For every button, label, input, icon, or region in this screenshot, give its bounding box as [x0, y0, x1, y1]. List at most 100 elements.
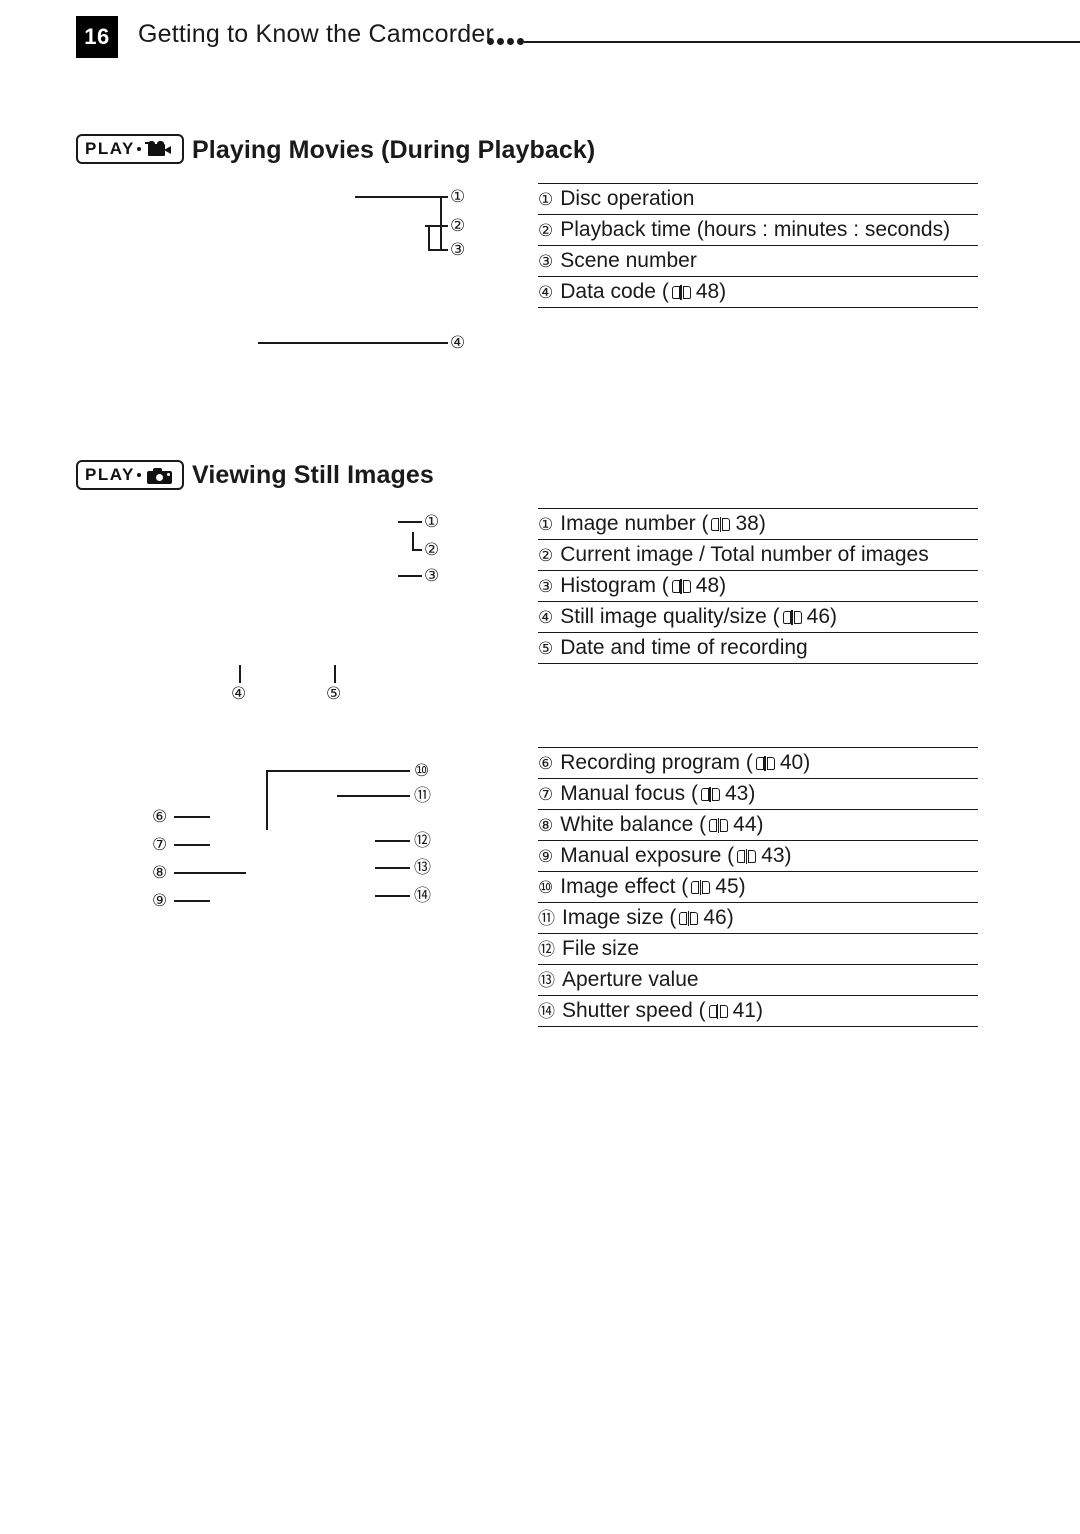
legend-row: ② Current image / Total number of images: [538, 540, 978, 571]
legend-number: ⑦: [538, 784, 554, 804]
page-header: 16 Getting to Know the Camcorder: [0, 0, 1080, 70]
header-divider: [524, 41, 1080, 43]
leader-line: [398, 575, 422, 577]
legend-row: ⑭ Shutter speed ( 41 ): [538, 996, 978, 1027]
section-title-viewing-still: Viewing Still Images: [192, 461, 434, 489]
legend-number: ⑫: [538, 939, 555, 959]
callout-7: ⑦: [152, 835, 168, 854]
legend-suffix: ): [758, 512, 766, 535]
legend-label: Data code (: [560, 280, 669, 303]
leader-line: [375, 867, 410, 869]
leader-line: [375, 840, 410, 842]
legend-row: ⑧ White balance ( 44 ): [538, 810, 978, 841]
legend-row: ④ Data code ( 48 ): [538, 277, 978, 308]
legend-suffix: ): [726, 906, 734, 929]
legend-label: Image size (: [562, 906, 677, 929]
book-reference-icon: [755, 755, 775, 771]
callout-10: ⑩: [414, 761, 430, 780]
leader-line: [174, 900, 210, 902]
legend-number: ①: [538, 189, 554, 209]
legend-row: ⑩ Image effect ( 45 ): [538, 872, 978, 903]
legend-suffix: ): [803, 751, 811, 774]
callout-13: ⑬: [414, 858, 431, 877]
legend-number: ④: [538, 282, 554, 302]
callout-2: ②: [450, 216, 466, 235]
legend-row: ④ Still image quality/size ( 46 ): [538, 602, 978, 633]
legend-row: ⑪ Image size ( 46 ): [538, 903, 978, 934]
leader-line: [355, 196, 441, 198]
legend-label: Aperture value: [562, 968, 699, 991]
legend-playing-movies: ① Disc operation ② Playback time (hours …: [538, 183, 978, 308]
legend-suffix: ): [756, 813, 764, 836]
four-dots-icon: [487, 38, 527, 48]
book-reference-icon: [708, 1003, 728, 1019]
legend-suffix: ): [784, 844, 792, 867]
callout-8: ⑧: [152, 863, 168, 882]
page-number: 16: [76, 16, 118, 58]
legend-label: Date and time of recording: [560, 636, 808, 659]
legend-number: ⑥: [538, 753, 554, 773]
callout-12: ⑫: [414, 831, 431, 850]
legend-number: ③: [538, 251, 554, 271]
legend-number: ⑧: [538, 815, 554, 835]
legend-number: ②: [538, 545, 554, 565]
legend-page-ref: 43: [761, 844, 785, 867]
legend-suffix: ): [755, 999, 763, 1022]
legend-page-ref: 48: [695, 574, 720, 597]
leader-line: [258, 342, 448, 344]
legend-suffix: ): [738, 875, 746, 898]
book-reference-icon: [679, 910, 699, 926]
legend-page-ref: 48: [695, 280, 720, 303]
legend-number: ⑭: [538, 1001, 555, 1021]
legend-page-ref: 46: [806, 605, 831, 628]
leader-line: [440, 196, 448, 198]
play-badge-label: PLAY: [85, 139, 135, 158]
book-reference-icon: [671, 284, 691, 300]
legend-row: ⑫ File size: [538, 934, 978, 965]
leader-line: [239, 665, 241, 683]
legend-number: ②: [538, 220, 554, 240]
leader-line: [412, 532, 414, 550]
leader-line: [266, 770, 410, 772]
legend-number: ⑤: [538, 638, 554, 658]
legend-page-ref: 46: [703, 906, 727, 929]
legend-label: Recording program (: [560, 751, 753, 774]
callout-4: ④: [450, 333, 466, 352]
legend-viewing-still-bottom: ⑥ Recording program ( 40 ) ⑦ Manual focu…: [538, 747, 978, 1027]
leader-line: [337, 795, 410, 797]
still-camera-icon: [145, 464, 175, 486]
legend-number: ⑨: [538, 846, 554, 866]
section-title-playing-movies: Playing Movies (During Playback): [192, 136, 596, 164]
legend-number: ⑬: [538, 970, 555, 990]
callout-11: ⑪: [414, 786, 431, 805]
legend-label: Shutter speed (: [562, 999, 706, 1022]
legend-row: ⑦ Manual focus ( 43 ): [538, 779, 978, 810]
legend-suffix: ): [719, 574, 727, 597]
legend-page-ref: 41: [732, 999, 756, 1022]
legend-label: Scene number: [560, 249, 697, 272]
legend-label: White balance (: [560, 813, 707, 836]
badge-separator-dot: [136, 147, 141, 151]
book-reference-icon: [709, 817, 729, 833]
legend-row: ⑨ Manual exposure ( 43 ): [538, 841, 978, 872]
book-reference-icon: [671, 578, 691, 594]
book-reference-icon: [711, 516, 731, 532]
callout-1: ①: [450, 187, 466, 206]
leader-line: [174, 872, 246, 874]
legend-label: Still image quality/size (: [560, 605, 780, 628]
leader-line: [428, 249, 448, 251]
badge-separator-dot: [136, 473, 141, 477]
play-still-badge: PLAY: [76, 460, 184, 490]
leader-line: [428, 225, 430, 250]
legend-viewing-still-top: ① Image number ( 38 ) ② Current image / …: [538, 508, 978, 664]
legend-page-ref: 45: [715, 875, 739, 898]
legend-page-ref: 40: [779, 751, 804, 774]
legend-number: ⑩: [538, 877, 554, 897]
page-title: Getting to Know the Camcorder: [138, 20, 494, 48]
legend-row: ③ Scene number: [538, 246, 978, 277]
legend-label: Image effect (: [560, 875, 689, 898]
legend-label: Histogram (: [560, 574, 669, 597]
legend-row: ③ Histogram ( 48 ): [538, 571, 978, 602]
legend-row: ① Image number ( 38 ): [538, 508, 978, 540]
book-reference-icon: [700, 786, 720, 802]
